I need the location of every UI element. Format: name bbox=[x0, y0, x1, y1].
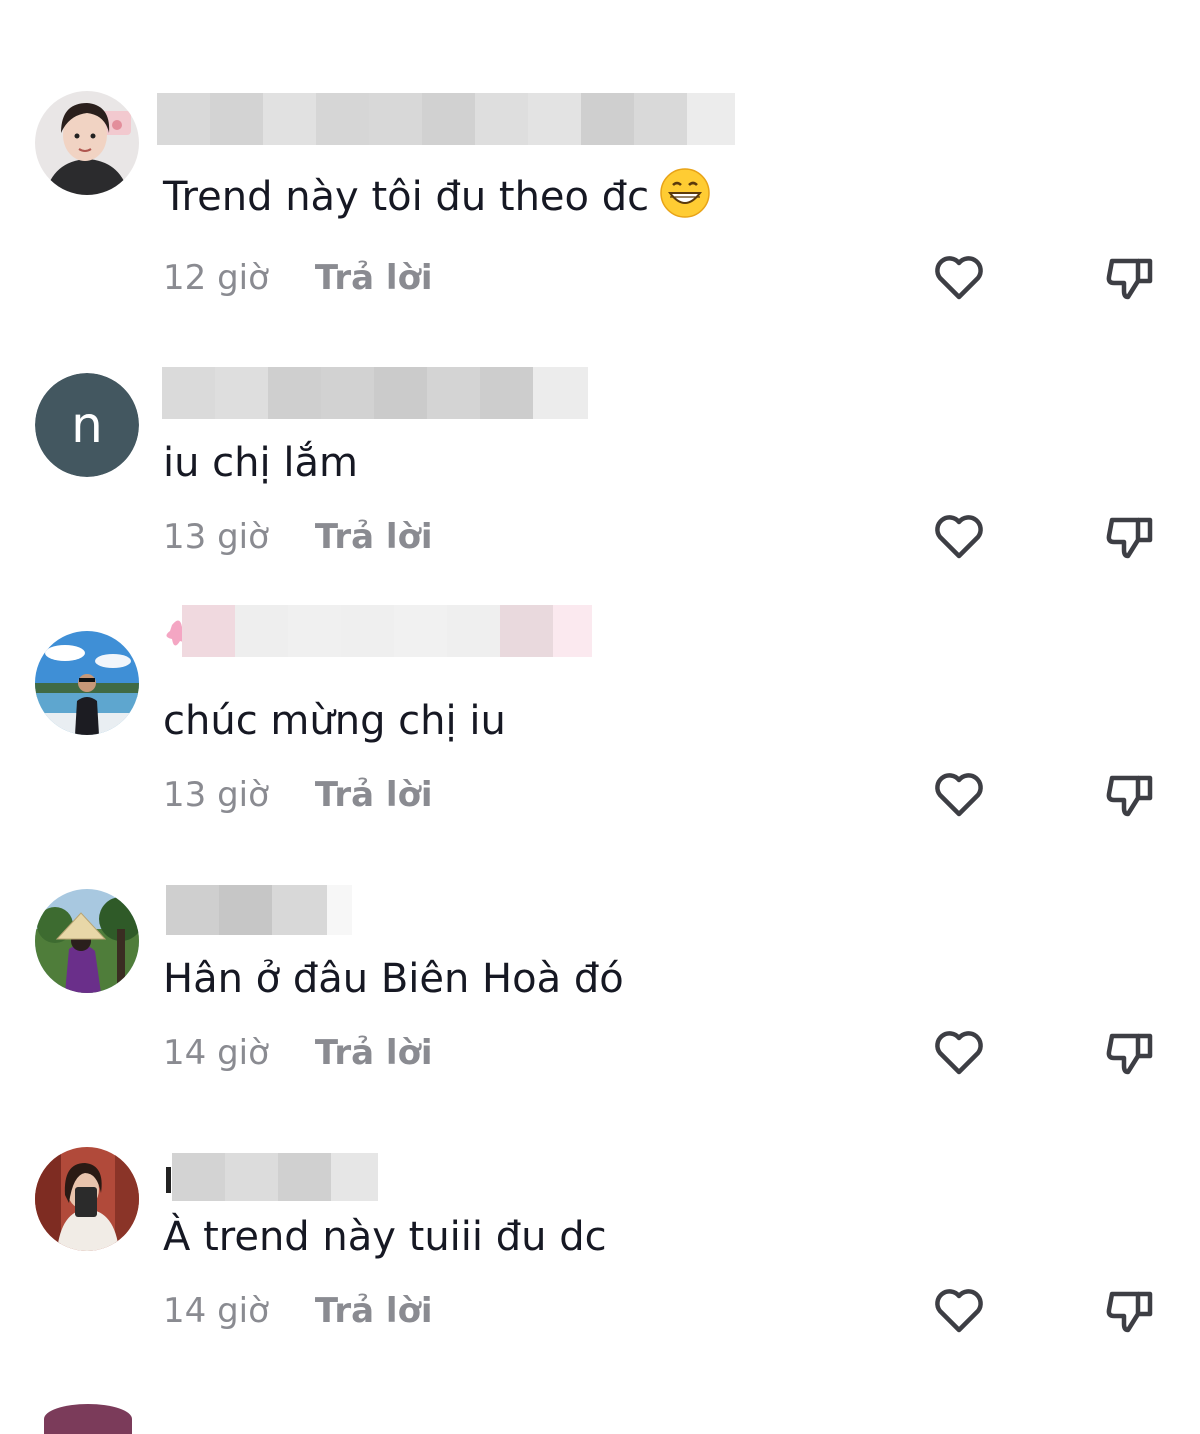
thumbs-down-icon[interactable] bbox=[1104, 768, 1158, 822]
username-blurred[interactable] bbox=[162, 367, 588, 419]
comment-time: 14 giờ bbox=[163, 1291, 269, 1331]
comment-item: n iu chị lắm 13 giờ Trả lời bbox=[0, 367, 1200, 631]
username-blurred[interactable] bbox=[162, 605, 594, 657]
avatar[interactable] bbox=[35, 91, 139, 195]
comment-time: 14 giờ bbox=[163, 1033, 269, 1073]
heart-icon[interactable] bbox=[932, 768, 986, 822]
thumbs-down-icon[interactable] bbox=[1104, 1284, 1158, 1338]
comment-time: 13 giờ bbox=[163, 775, 269, 815]
reply-button[interactable]: Trả lời bbox=[315, 258, 433, 298]
avatar[interactable] bbox=[35, 631, 139, 735]
comment-meta: 14 giờ Trả lời bbox=[163, 1291, 433, 1331]
heart-icon[interactable] bbox=[932, 1026, 986, 1080]
comment-text: iu chị lắm bbox=[163, 440, 358, 486]
reply-button[interactable]: Trả lời bbox=[315, 1033, 433, 1073]
comment-item: À trend này tuiii đu dc 14 giờ Trả lời bbox=[0, 1147, 1200, 1405]
heart-icon[interactable] bbox=[932, 1284, 986, 1338]
reply-button[interactable]: Trả lời bbox=[315, 775, 433, 815]
comment-meta: 12 giờ Trả lời bbox=[163, 258, 433, 298]
comment-item: Hân ở đâu Biên Hoà đó 14 giờ Trả lời bbox=[0, 885, 1200, 1147]
comment-meta: 13 giờ Trả lời bbox=[163, 775, 433, 815]
avatar-letter: n bbox=[35, 373, 139, 477]
comment-text: À trend này tuiii đu dc bbox=[163, 1214, 607, 1260]
heart-icon[interactable] bbox=[932, 251, 986, 305]
comment-meta: 14 giờ Trả lời bbox=[163, 1033, 433, 1073]
grinning-face-emoji-icon bbox=[660, 168, 710, 218]
comment-text: Trend này tôi đu theo đc bbox=[163, 168, 711, 225]
avatar[interactable]: n bbox=[35, 373, 139, 477]
comment-time: 12 giờ bbox=[163, 258, 269, 298]
username-blurred[interactable] bbox=[162, 1153, 380, 1205]
comment-meta: 13 giờ Trả lời bbox=[163, 517, 433, 557]
username-blurred[interactable] bbox=[162, 885, 354, 937]
username-blurred[interactable] bbox=[157, 93, 735, 145]
avatar[interactable] bbox=[44, 1404, 132, 1434]
comment-text: chúc mừng chị iu bbox=[163, 698, 506, 744]
reply-button[interactable]: Trả lời bbox=[315, 1291, 433, 1331]
thumbs-down-icon[interactable] bbox=[1104, 251, 1158, 305]
thumbs-down-icon[interactable] bbox=[1104, 1026, 1158, 1080]
comment-time: 13 giờ bbox=[163, 517, 269, 557]
avatar[interactable] bbox=[35, 889, 139, 993]
reply-button[interactable]: Trả lời bbox=[315, 517, 433, 557]
comment-item: Trend này tôi đu theo đc 12 giờ Trả lời bbox=[0, 91, 1200, 349]
comment-item: chúc mừng chị iu 13 giờ Trả lời bbox=[0, 605, 1200, 889]
heart-icon[interactable] bbox=[932, 510, 986, 564]
thumbs-down-icon[interactable] bbox=[1104, 510, 1158, 564]
comment-text: Hân ở đâu Biên Hoà đó bbox=[163, 956, 624, 1002]
avatar[interactable] bbox=[35, 1147, 139, 1251]
